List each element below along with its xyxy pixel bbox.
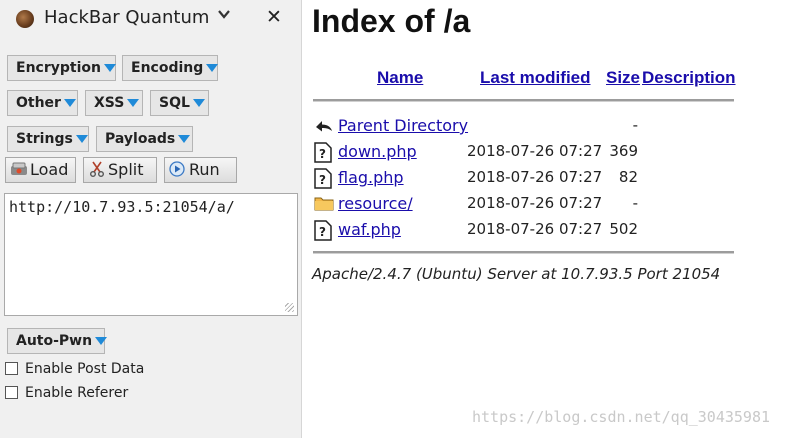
list-item: ? flag.php 2018-07-26 07:27 82 xyxy=(312,166,742,190)
list-item: Parent Directory - xyxy=(312,114,742,138)
menu-label: XSS xyxy=(94,95,125,111)
hackbar-sidebar: HackBar Quantum ✕ Encryption Encoding Ot… xyxy=(0,0,302,438)
folder-icon xyxy=(314,194,334,216)
file-link[interactable]: down.php xyxy=(338,142,417,161)
hackbar-logo-icon xyxy=(16,10,34,28)
menu-strings-button[interactable]: Strings xyxy=(7,126,89,152)
column-header-name[interactable]: Name xyxy=(377,68,423,88)
scissors-icon xyxy=(88,160,106,177)
dropdown-arrow-icon xyxy=(127,99,140,107)
run-label: Run xyxy=(189,160,220,179)
dropdown-arrow-icon xyxy=(206,64,219,72)
menu-label: Other xyxy=(16,95,61,111)
dropdown-arrow-icon xyxy=(75,135,88,143)
menu-label: Strings xyxy=(16,131,73,147)
menu-label: SQL xyxy=(159,95,190,111)
chevron-down-icon[interactable] xyxy=(217,6,231,25)
menu-encryption-button[interactable]: Encryption xyxy=(7,55,116,81)
load-button[interactable]: Load xyxy=(5,157,76,183)
file-modified: 2018-07-26 07:27 xyxy=(467,220,603,238)
watermark: https://blog.csdn.net/qq_30435981 xyxy=(472,408,771,426)
file-modified: 2018-07-26 07:27 xyxy=(467,168,603,186)
dropdown-arrow-icon xyxy=(103,64,116,72)
list-item: resource/ 2018-07-26 07:27 - xyxy=(312,192,742,216)
file-size: - xyxy=(632,194,638,212)
hackbar-header: HackBar Quantum ✕ xyxy=(0,0,302,38)
file-modified: 2018-07-26 07:27 xyxy=(467,194,603,212)
list-item: ? down.php 2018-07-26 07:27 369 xyxy=(312,140,742,164)
menu-sql-button[interactable]: SQL xyxy=(150,90,209,116)
load-icon xyxy=(10,160,28,176)
back-arrow-icon xyxy=(314,116,334,140)
menu-encoding-button[interactable]: Encoding xyxy=(122,55,219,81)
enable-referer-label: Enable Referer xyxy=(25,385,129,401)
column-header-size[interactable]: Size xyxy=(606,68,640,88)
svg-text:?: ? xyxy=(319,173,326,187)
hackbar-title: HackBar Quantum xyxy=(44,7,210,28)
auto-pwn-label: Auto-Pwn xyxy=(16,333,93,349)
dropdown-arrow-icon xyxy=(63,99,76,107)
menu-label: Encoding xyxy=(131,60,204,76)
enable-referer-checkbox[interactable] xyxy=(5,386,18,399)
server-signature: Apache/2.4.7 (Ubuntu) Server at 10.7.93.… xyxy=(312,265,721,283)
list-item: ? waf.php 2018-07-26 07:27 502 xyxy=(312,218,742,242)
unknown-file-icon: ? xyxy=(314,168,332,193)
enable-post-data-row: Enable Post Data xyxy=(5,361,165,379)
split-button[interactable]: Split xyxy=(83,157,157,183)
divider xyxy=(313,99,734,102)
file-size: 502 xyxy=(609,220,638,238)
unknown-file-icon: ? xyxy=(314,220,332,245)
file-modified: 2018-07-26 07:27 xyxy=(467,142,603,160)
file-size: - xyxy=(632,116,638,134)
play-icon xyxy=(169,160,187,177)
menu-xss-button[interactable]: XSS xyxy=(85,90,143,116)
divider xyxy=(313,251,734,254)
close-icon[interactable]: ✕ xyxy=(266,6,282,28)
dropdown-arrow-icon xyxy=(192,99,205,107)
split-label: Split xyxy=(108,160,144,179)
menu-payloads-button[interactable]: Payloads xyxy=(96,126,193,152)
file-size: 369 xyxy=(609,142,638,160)
file-link[interactable]: Parent Directory xyxy=(338,116,468,135)
unknown-file-icon: ? xyxy=(314,142,332,167)
resize-grip-icon[interactable] xyxy=(285,303,294,312)
svg-text:?: ? xyxy=(319,147,326,161)
file-link[interactable]: flag.php xyxy=(338,168,404,187)
file-link[interactable]: waf.php xyxy=(338,220,401,239)
url-value: http://10.7.93.5:21054/a/ xyxy=(9,198,235,216)
menu-label: Payloads xyxy=(105,131,176,147)
dropdown-arrow-icon xyxy=(95,337,108,345)
file-link[interactable]: resource/ xyxy=(338,194,413,213)
url-textarea[interactable]: http://10.7.93.5:21054/a/ xyxy=(4,193,298,316)
run-button[interactable]: Run xyxy=(164,157,237,183)
page-title: Index of /a xyxy=(312,3,471,39)
enable-referer-row: Enable Referer xyxy=(5,385,165,403)
file-size: 82 xyxy=(618,168,638,186)
svg-text:?: ? xyxy=(319,225,326,239)
enable-post-data-checkbox[interactable] xyxy=(5,362,18,375)
auto-pwn-button[interactable]: Auto-Pwn xyxy=(7,328,108,354)
load-label: Load xyxy=(30,160,69,179)
dropdown-arrow-icon xyxy=(178,135,191,143)
menu-other-button[interactable]: Other xyxy=(7,90,78,116)
enable-post-data-label: Enable Post Data xyxy=(25,361,145,377)
menu-label: Encryption xyxy=(16,60,101,76)
column-header-description[interactable]: Description xyxy=(642,68,736,88)
column-header-last-modified[interactable]: Last modified xyxy=(480,68,591,88)
